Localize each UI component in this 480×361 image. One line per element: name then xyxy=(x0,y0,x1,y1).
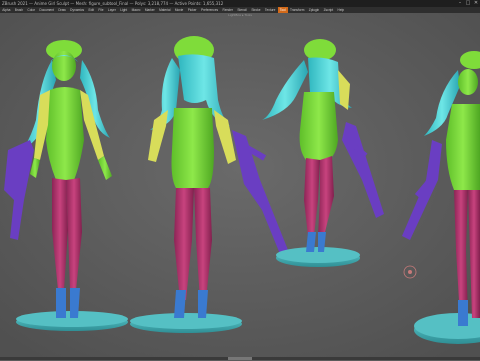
sculpt-scene xyxy=(0,13,480,357)
torso xyxy=(46,87,84,180)
close-button[interactable]: ✕ xyxy=(472,0,480,7)
boot xyxy=(56,288,66,318)
canvas-label: LightBox ▸ Tools xyxy=(228,13,252,17)
window-controls: – □ ✕ xyxy=(456,0,480,7)
boot xyxy=(458,300,468,326)
torso xyxy=(171,108,214,188)
torso xyxy=(299,92,338,160)
minimize-button[interactable]: – xyxy=(456,0,464,7)
viewport-canvas[interactable] xyxy=(0,13,480,357)
torso xyxy=(446,104,480,190)
head xyxy=(458,69,478,95)
boot xyxy=(174,290,186,318)
maximize-button[interactable]: □ xyxy=(464,0,472,7)
window-title: ZBrush 2021 — Anime Girl Sculpt — Mesh: … xyxy=(2,1,224,6)
title-bar: ZBrush 2021 — Anime Girl Sculpt — Mesh: … xyxy=(0,0,480,7)
